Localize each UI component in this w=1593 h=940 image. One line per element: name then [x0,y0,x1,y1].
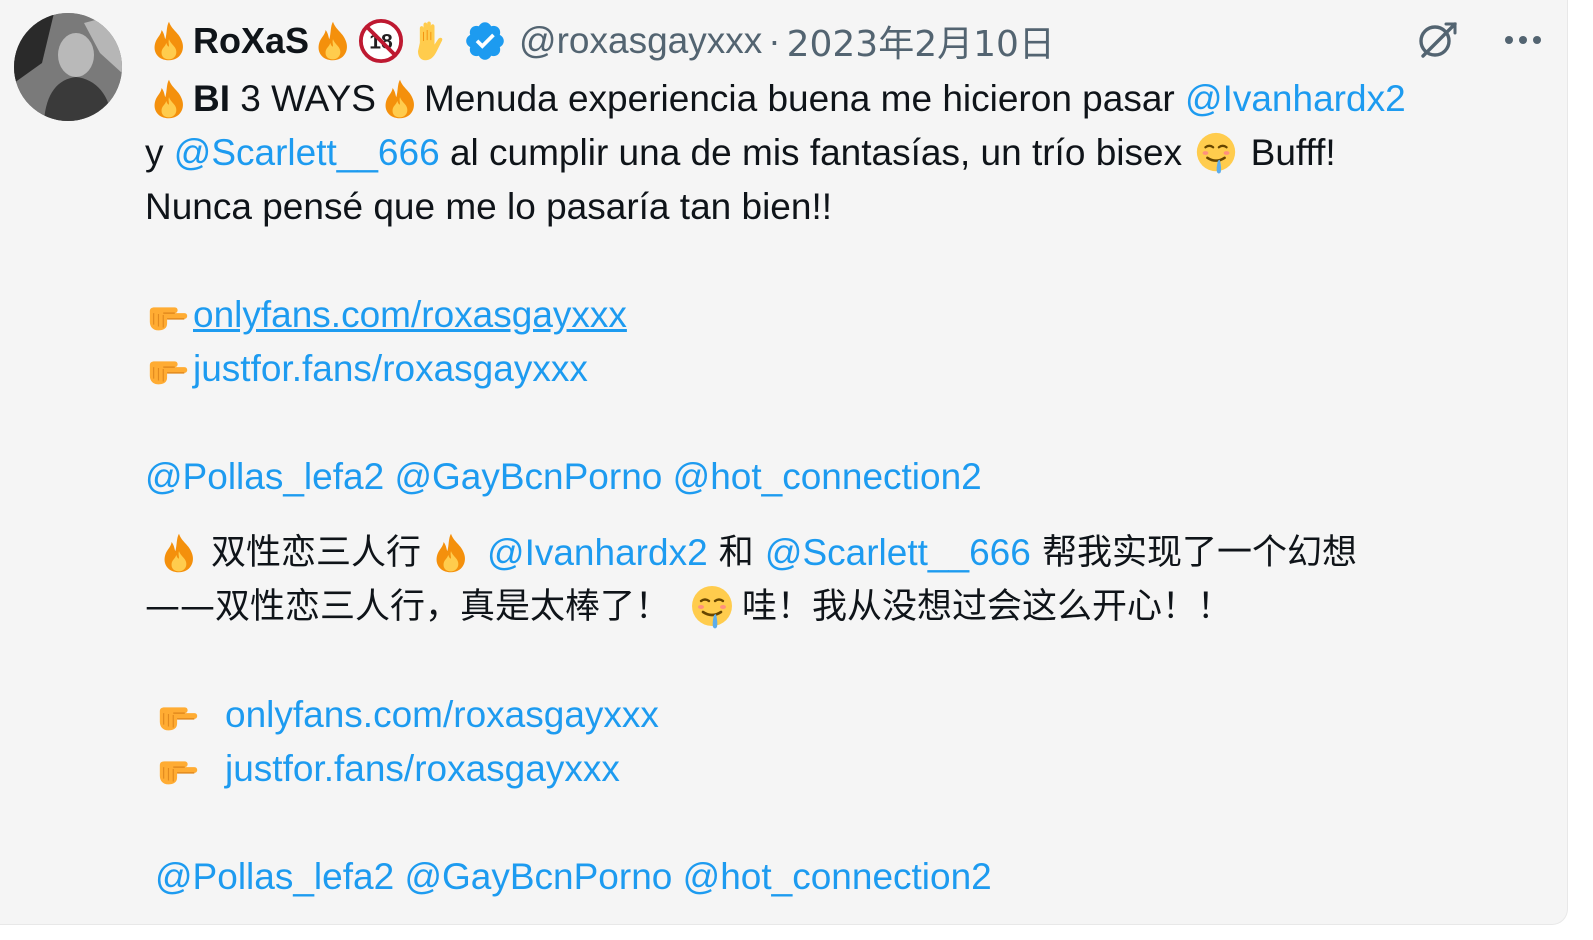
mention-link[interactable]: @GayBcnPorno [404,850,672,904]
justforfans-link[interactable]: justfor.fans/roxasgayxxx [193,342,588,396]
display-name[interactable]: RoXaS 18 [145,17,453,65]
user-handle[interactable]: @roxasgayxxx [519,20,762,62]
fire-icon [155,529,203,577]
mention-link[interactable]: @Scarlett__666 [765,526,1031,580]
avatar-photo-icon [14,13,122,121]
fire-icon [309,17,357,65]
fire-icon [427,529,475,577]
pointing-right-icon [155,745,203,793]
mention-link[interactable]: @GayBcnPorno [394,450,662,504]
tweet-line: 双性恋三人行 @Ivanhardx2 和 @Scarlett__666 帮我实现… [145,526,1555,580]
grok-icon[interactable] [1411,14,1463,66]
fire-icon [145,75,193,123]
tweet-text-segment: Menuda experiencia buena me hicieron pas… [423,78,1186,119]
tweet-line: y @Scarlett__666 al cumplir una de mis f… [145,126,1555,180]
tweet-text-segment: ——双性恋三人行，真是太棒了！ [145,587,671,627]
mention-link[interactable]: @hot_connection2 [683,850,992,904]
fire-icon [145,17,193,65]
mention-link[interactable]: @Pollas_lefa2 [145,450,384,504]
mention-link[interactable]: @Ivanhardx2 [487,526,708,580]
tweet-line: @Pollas_lefa2 @GayBcnPorno @hot_connecti… [145,450,1555,504]
tweet-text: BI 3 WAYS Menuda experiencia buena me hi… [145,72,1555,904]
tweet-line: onlyfans.com/roxasgayxxx [145,288,1555,342]
tweet-line: onlyfans.com/roxasgayxxx [145,688,1555,742]
fire-icon [376,75,424,123]
drooling-face-icon [1192,129,1240,177]
separator-dot: · [768,20,781,61]
drooling-face-icon [688,583,736,631]
tweet-text-segment: 哇！我从没想过会这么开心！！ [742,587,1233,627]
more-options-icon[interactable] [1497,14,1549,66]
tweet-text-segment: al cumplir una de mis fantasías, un trío… [439,132,1193,173]
pointing-right-icon [145,345,193,393]
tweet-text-segment: Bufff! [1240,132,1336,173]
onlyfans-link[interactable]: onlyfans.com/roxasgayxxx [225,688,659,742]
pointing-right-icon [145,291,193,339]
tweet-card[interactable]: RoXaS 18 @roxasgayxxx [0,0,1568,925]
tweet-line: justfor.fans/roxasgayxxx [145,742,1555,796]
tweet-text-segment: 和 [707,533,765,573]
mention-link[interactable]: @Pollas_lefa2 [155,850,394,904]
tweet-text-segment: 帮我实现了一个幻想 [1030,533,1357,573]
mention-link[interactable]: @Ivanhardx2 [1185,72,1406,126]
tweet-text-segment: Nunca pensé que me lo pasaría tan bien!! [145,186,833,227]
no-under-18-icon: 18 [357,17,405,65]
tweet-text-segment: 3 WAYS [230,78,376,119]
mention-link[interactable]: @hot_connection2 [673,450,982,504]
tweet-line: ——双性恋三人行，真是太棒了！ 哇！我从没想过会这么开心！！ [145,580,1555,634]
tweet-line: BI 3 WAYS Menuda experiencia buena me hi… [145,72,1555,126]
tweet-line: justfor.fans/roxasgayxxx [145,342,1555,396]
tweet-text-bold: BI [193,78,230,119]
tweet-text-segment: 双性恋三人行 [211,533,422,573]
avatar[interactable] [14,13,122,121]
justforfans-link[interactable]: justfor.fans/roxasgayxxx [225,742,620,796]
display-name-text[interactable]: RoXaS [193,20,309,62]
verified-badge-icon [463,19,507,63]
tweet-line: Nunca pensé que me lo pasaría tan bien!! [145,180,1555,234]
tweet-header: RoXaS 18 @roxasgayxxx [145,14,1055,68]
onlyfans-link[interactable]: onlyfans.com/roxasgayxxx [193,288,627,342]
top-actions [1411,14,1549,66]
pointing-right-icon [155,691,203,739]
raised-hand-icon [405,17,453,65]
mention-link[interactable]: @Scarlett__666 [174,126,440,180]
tweet-text-segment: y [145,132,174,173]
tweet-line: @Pollas_lefa2 @GayBcnPorno @hot_connecti… [145,850,1555,904]
tweet-date[interactable]: 2023年2月10日 [787,15,1055,67]
